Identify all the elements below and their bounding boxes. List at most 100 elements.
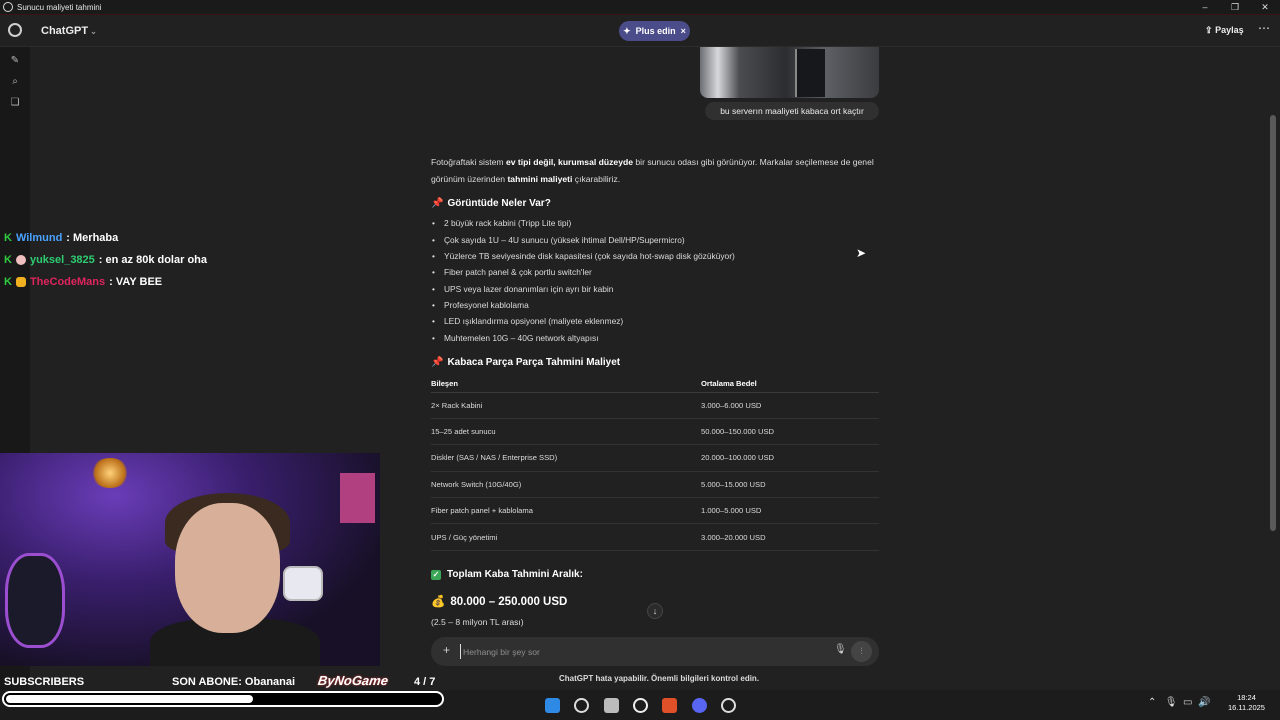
table-header-row: Bileşen Ortalama Bedel: [431, 376, 879, 393]
list-item: Profesyonel kablolama: [432, 300, 529, 310]
close-icon[interactable]: ×: [681, 26, 686, 36]
system-tray[interactable]: ⌃ 🎙 ▭ 🔊: [1148, 697, 1210, 708]
uploaded-image[interactable]: [700, 47, 879, 98]
taskbar-search-icon[interactable]: [574, 698, 589, 713]
task-view-icon[interactable]: [604, 698, 619, 713]
pin-icon: 📌: [431, 357, 444, 368]
table-cell: 50.000–150.000 USD: [701, 418, 879, 446]
list-item: Çok sayıda 1U – 4U sunucu (yüksek ihtima…: [432, 235, 685, 245]
share-label: Paylaş: [1215, 25, 1244, 35]
plus-label: Plus edin: [635, 26, 676, 36]
table-cell: UPS / Güç yönetimi: [431, 523, 701, 551]
cost-table: Bileşen Ortalama Bedel 2× Rack Kabini 3.0…: [431, 376, 879, 551]
model-selector[interactable]: ChatGPT ⌄: [41, 25, 97, 37]
kick-icon: K: [4, 232, 12, 244]
section-heading: 📌 Kabaca Parça Parça Tahmini Maliyet: [431, 357, 621, 368]
chevron-down-icon: ⌄: [90, 27, 97, 36]
chat-username: yuksel_3825: [29, 254, 95, 266]
stream-chat-line: K Wilmund : Merhaba: [4, 232, 118, 244]
search-icon[interactable]: ⌕: [9, 76, 21, 88]
kick-icon: K: [4, 254, 12, 266]
stream-chat-line: K TheCodeMans : VAY BEE: [4, 276, 162, 288]
table-cell: Diskler (SAS / NAS / Enterprise SSD): [431, 444, 701, 472]
list-item: LED ışıklandırma opsiyonel (maliyete ekl…: [432, 316, 623, 326]
stream-chat-line: K yuksel_3825 : en az 80k dolar oha: [4, 254, 207, 266]
chatgpt-app-icon: [3, 2, 13, 12]
openai-logo-icon[interactable]: [8, 23, 22, 37]
message-composer: + 🎙 ⫶: [431, 637, 879, 666]
progress-fill: [6, 695, 253, 703]
list-item: 2 büyük rack kabini (Tripp Lite tipi): [432, 218, 571, 228]
disclaimer-text: ChatGPT hata yapabilir. Önemli bilgileri…: [559, 674, 760, 683]
library-icon[interactable]: ❏: [9, 97, 21, 109]
share-button[interactable]: ⇪ Paylaş: [1205, 25, 1244, 36]
table-row: Diskler (SAS / NAS / Enterprise SSD) 20.0…: [431, 444, 879, 472]
table-cell: Network Switch (10G/40G): [431, 471, 701, 499]
volume-icon[interactable]: 🔊: [1198, 697, 1210, 708]
column-header: Bileşen: [431, 376, 701, 393]
voice-mode-icon[interactable]: ⫶: [851, 641, 872, 662]
microphone-icon[interactable]: 🎙: [834, 644, 847, 655]
subscribers-label: SUBSCRIBERS: [4, 676, 85, 688]
total-value: 💰 80.000 – 250.000 USD: [431, 596, 568, 608]
chat-message: : Merhaba: [66, 232, 119, 244]
close-window-button[interactable]: ✕: [1250, 0, 1280, 15]
windows-start-icon[interactable]: [545, 698, 560, 713]
list-item: UPS veya lazer donanımları için ayrı bir…: [432, 284, 613, 294]
check-icon: ✓: [431, 570, 441, 580]
chatgpt-taskbar-icon[interactable]: [633, 698, 648, 713]
add-attachment-icon[interactable]: +: [443, 643, 450, 657]
chevron-up-icon[interactable]: ⌃: [1148, 697, 1156, 708]
window-title: Sunucu maliyeti tahmini: [17, 2, 102, 12]
maximize-button[interactable]: ❐: [1220, 0, 1250, 15]
prompt-input[interactable]: [460, 644, 820, 659]
time: 18:24: [1237, 693, 1256, 702]
subscriber-progress-bar: [2, 691, 444, 707]
app-icon[interactable]: [721, 698, 736, 713]
list-item: Fiber patch panel & çok portlu switch'le…: [432, 267, 592, 277]
brave-browser-icon[interactable]: [662, 698, 677, 713]
scrollbar[interactable]: [1270, 115, 1276, 531]
answer-intro: Fotoğraftaki sistem ev tipi değil, kurum…: [431, 157, 874, 184]
table-row: Network Switch (10G/40G) 5.000–15.000 USD: [431, 471, 879, 499]
new-chat-icon[interactable]: ✎: [9, 55, 21, 67]
table-cell: Fiber patch panel + kablolama: [431, 497, 701, 525]
money-bag-icon: 💰: [431, 596, 446, 608]
table-cell: 5.000–15.000 USD: [701, 471, 879, 499]
list-item: Muhtemelen 10G – 40G network altyapısı: [432, 333, 599, 343]
table-cell: 20.000–100.000 USD: [701, 444, 879, 472]
table-cell: 1.000–5.000 USD: [701, 497, 879, 525]
badge-icon: [15, 255, 26, 265]
get-plus-button[interactable]: ✦ Plus edin ×: [619, 21, 690, 41]
date: 16.11.2025: [1228, 703, 1265, 712]
model-name: ChatGPT: [41, 25, 89, 37]
window-titlebar: Sunucu maliyeti tahmini – ❐ ✕: [0, 0, 1280, 15]
table-row: Fiber patch panel + kablolama 1.000–5.000…: [431, 497, 879, 525]
last-subscriber: SON ABONE: Obananai: [172, 676, 296, 688]
more-options-icon[interactable]: ⋯: [1258, 21, 1270, 35]
scroll-down-icon[interactable]: ↓: [647, 603, 663, 619]
table-row: UPS / Güç yönetimi 3.000–20.000 USD: [431, 523, 879, 551]
sparkle-icon: ✦: [623, 25, 631, 36]
list-item: Yüzlerce TB seviyesinde disk kapasitesi …: [432, 251, 735, 261]
chat-message: : VAY BEE: [109, 276, 163, 288]
chat-header: ChatGPT ⌄ ✦ Plus edin × ⇪ Paylaş ⋯: [0, 15, 1280, 47]
total-heading: ✓ Toplam Kaba Tahmini Aralık:: [431, 569, 583, 580]
share-icon: ⇪: [1205, 25, 1213, 35]
discord-icon[interactable]: [692, 698, 707, 713]
total-tl: (2.5 – 8 milyon TL arası): [431, 617, 524, 627]
network-icon[interactable]: ▭: [1183, 697, 1192, 708]
chat-message: : en az 80k dolar oha: [98, 254, 207, 266]
chat-username: TheCodeMans: [29, 276, 106, 288]
pin-icon: 📌: [431, 198, 444, 209]
table-row: 2× Rack Kabini 3.000–6.000 USD: [431, 392, 879, 419]
table-row: 15–25 adet sunucu 50.000–150.000 USD: [431, 418, 879, 446]
table-cell: 2× Rack Kabini: [431, 392, 701, 419]
section-heading: 📌 Görüntüde Neler Var?: [431, 198, 551, 209]
microphone-tray-icon[interactable]: 🎙: [1165, 697, 1178, 708]
kick-icon: K: [4, 276, 12, 288]
chat-username: Wilmund: [15, 232, 63, 244]
minimize-button[interactable]: –: [1190, 0, 1220, 15]
mouse-cursor-icon: ➤: [856, 246, 867, 260]
taskbar-clock[interactable]: 18:24 16.11.2025: [1228, 693, 1265, 713]
